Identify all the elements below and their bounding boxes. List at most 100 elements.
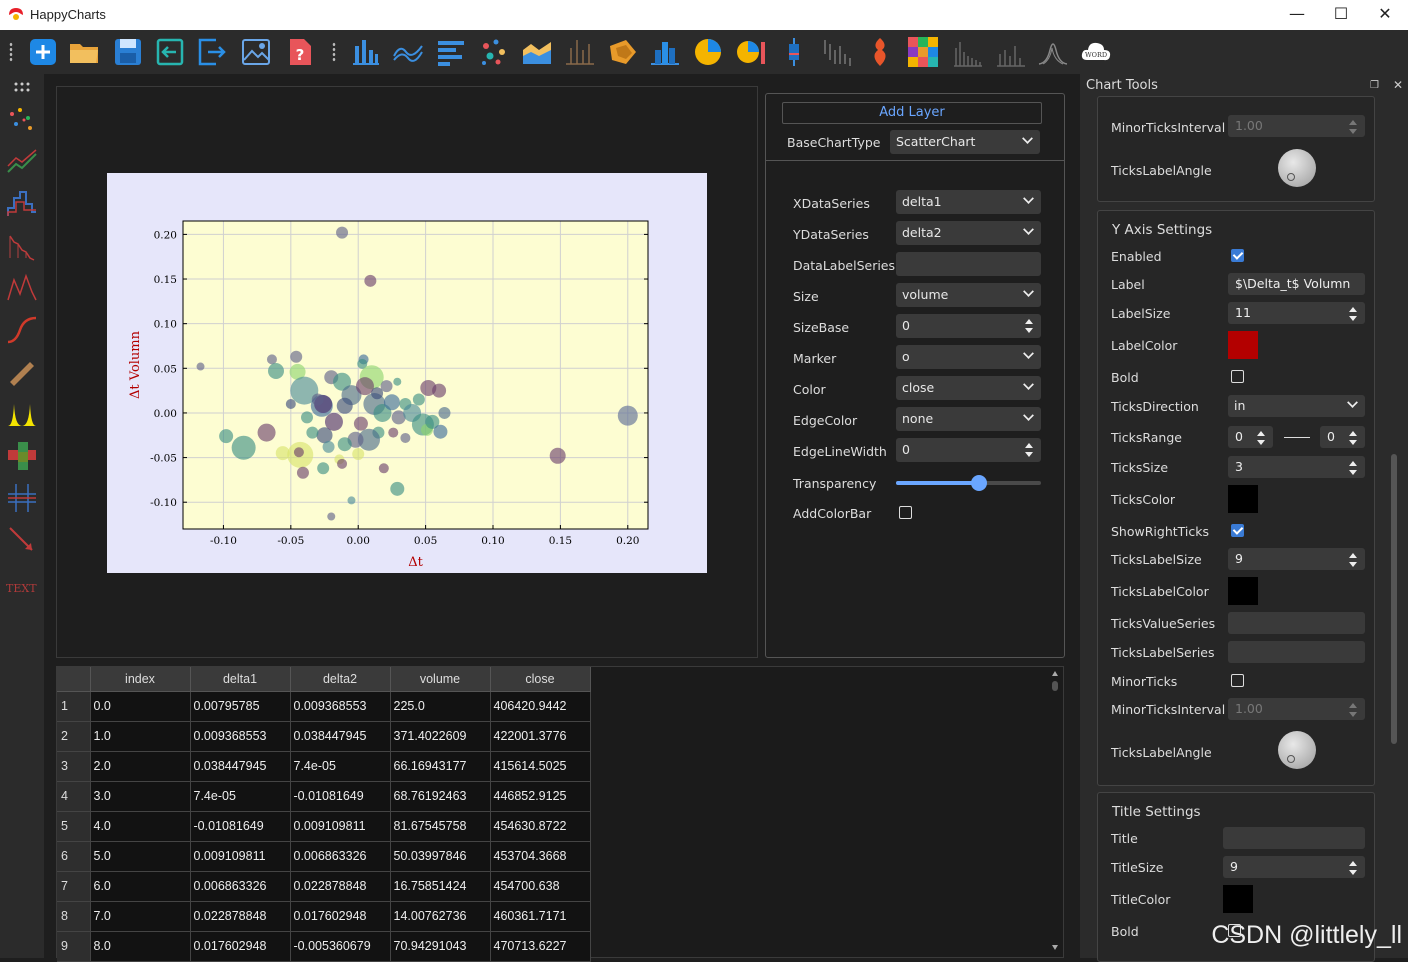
y-ticks-range-max-spin[interactable]: 0 [1320,426,1365,448]
bar-chart-icon[interactable] [349,36,381,68]
wordcloud-icon[interactable]: WORD [1080,36,1112,68]
row-header[interactable]: 9 [57,931,90,961]
bar-tool-icon[interactable] [6,356,38,388]
config-select[interactable]: o [896,345,1041,369]
table-cell[interactable]: 7.4e-05 [290,751,390,781]
table-cell[interactable]: 7.4e-05 [190,781,290,811]
table-cell[interactable]: 0.022878848 [190,901,290,931]
transparency-slider[interactable] [896,481,1041,485]
stem-tool-icon[interactable] [6,230,38,262]
grid-dots-icon[interactable] [14,82,30,92]
y-ticks-size-spin[interactable]: 3 [1228,456,1365,478]
spin-up-icon[interactable] [1349,553,1357,558]
table-row[interactable]: 32.00.0384479457.4e-0566.16943177415614.… [57,751,590,781]
toolbar-grip[interactable] [8,40,14,64]
spin-up-icon[interactable] [1257,431,1265,436]
horizontal-bar-icon[interactable] [435,36,467,68]
table-cell[interactable]: 0.017602948 [290,901,390,931]
title-color-swatch[interactable] [1223,885,1253,913]
row-header[interactable]: 7 [57,871,90,901]
table-cell[interactable]: 2.0 [90,751,190,781]
table-cell[interactable]: 454630.8722 [490,811,590,841]
column-header[interactable]: index [90,667,190,691]
pie-chart-icon[interactable] [692,36,724,68]
y-label-size-spin[interactable]: 11 [1228,302,1365,324]
table-cell[interactable]: 460361.7171 [490,901,590,931]
line-chart-icon[interactable] [392,36,424,68]
row-header[interactable]: 8 [57,901,90,931]
table-cell[interactable]: 470713.6227 [490,931,590,961]
table-cell[interactable]: 406420.9442 [490,691,590,721]
table-cell[interactable]: 0.038447945 [290,721,390,751]
config-select[interactable]: close [896,376,1041,400]
histogram-icon[interactable] [951,36,983,68]
new-icon[interactable] [27,36,59,68]
candlestick-icon[interactable] [820,36,852,68]
table-cell[interactable]: 0.009368553 [190,721,290,751]
column-header[interactable]: delta2 [290,667,390,691]
column-header[interactable]: close [490,667,590,691]
table-cell[interactable]: 0.022878848 [290,871,390,901]
toolbar-grip-2[interactable] [331,40,337,64]
minimize-button[interactable]: — [1274,0,1320,30]
spin-down-icon[interactable] [1349,712,1357,717]
spin-down-icon[interactable] [1349,129,1357,134]
stacked-bar-icon[interactable] [649,36,681,68]
x-minor-ticks-interval-spin[interactable]: 1.00 [1228,115,1365,137]
table-cell[interactable]: 14.00762736 [390,901,490,931]
add-colorbar-checkbox[interactable] [899,506,912,519]
table-row[interactable]: 87.00.0228788480.01760294814.00762736460… [57,901,590,931]
scroll-down-icon[interactable] [1052,945,1058,950]
table-cell[interactable]: 3.0 [90,781,190,811]
row-header[interactable]: 2 [57,721,90,751]
table-cell[interactable]: 4.0 [90,811,190,841]
y-bold-checkbox[interactable] [1231,370,1244,383]
spin-up-icon[interactable] [1349,431,1357,436]
table-cell[interactable]: 6.0 [90,871,190,901]
y-ticks-label-color-swatch[interactable] [1228,577,1258,605]
table-cell[interactable]: 8.0 [90,931,190,961]
polygon-icon[interactable] [606,36,638,68]
row-header[interactable]: 6 [57,841,90,871]
spin-up-icon[interactable] [1349,307,1357,312]
import-icon[interactable] [154,36,186,68]
table-cell[interactable]: -0.005360679 [290,931,390,961]
tools-scroll-thumb[interactable] [1391,454,1397,744]
x-ticks-label-angle-dial[interactable] [1278,149,1316,187]
table-corner[interactable] [57,667,90,691]
table-cell[interactable]: 16.75851424 [390,871,490,901]
tools-scrollbar[interactable] [1391,100,1397,958]
config-select[interactable]: delta1 [896,190,1041,214]
curve-tool-icon[interactable] [6,314,38,346]
row-header[interactable]: 3 [57,751,90,781]
undock-icon[interactable]: ❐ [1370,80,1379,91]
spin-down-icon[interactable] [1349,870,1357,875]
spin-down-icon[interactable] [1349,562,1357,567]
row-header[interactable]: 4 [57,781,90,811]
table-cell[interactable]: 0.009109811 [190,841,290,871]
table-cell[interactable]: 5.0 [90,841,190,871]
table-cell[interactable]: 0.009109811 [290,811,390,841]
config-select[interactable]: none [896,407,1041,431]
column-header[interactable]: delta1 [190,667,290,691]
spin-down-icon[interactable] [1349,440,1357,445]
arrow-tool-icon[interactable] [6,524,38,556]
y-ticks-label-size-spin[interactable]: 9 [1228,548,1365,570]
title-size-spin[interactable]: 9 [1223,856,1365,878]
table-cell[interactable]: 0.017602948 [190,931,290,961]
y-minor-ticks-checkbox[interactable] [1231,674,1244,687]
y-label-color-swatch[interactable] [1228,331,1258,359]
table-cell[interactable]: 446852.9125 [490,781,590,811]
y-ticks-range-min-spin[interactable]: 0 [1228,426,1273,448]
violin-icon[interactable] [864,36,896,68]
help-icon[interactable]: ? [284,36,316,68]
row-header[interactable]: 1 [57,691,90,721]
pie-bar-icon[interactable] [735,36,767,68]
image-icon[interactable] [240,36,272,68]
table-cell[interactable]: 50.03997846 [390,841,490,871]
table-cell[interactable]: -0.01081649 [290,781,390,811]
config-select[interactable]: volume [896,283,1041,307]
heatmap-tool-icon[interactable] [6,440,38,472]
table-cell[interactable]: 66.16943177 [390,751,490,781]
table-row[interactable]: 76.00.0068633260.02287884816.75851424454… [57,871,590,901]
